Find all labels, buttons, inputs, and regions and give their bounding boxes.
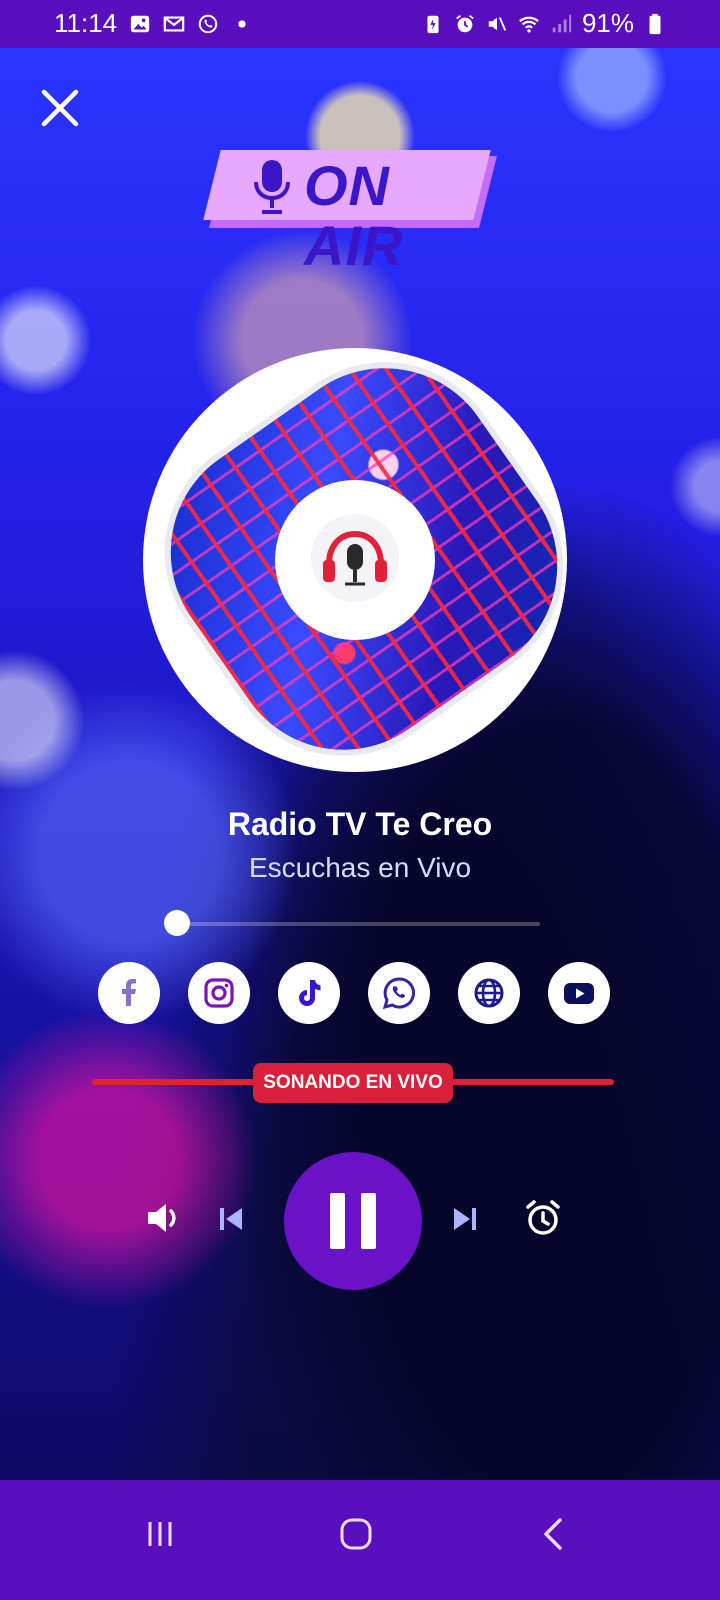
battery-icon xyxy=(649,13,661,34)
previous-icon[interactable] xyxy=(216,1204,246,1234)
image-icon xyxy=(130,15,150,32)
pause-button[interactable] xyxy=(284,1152,422,1290)
instagram-button[interactable] xyxy=(188,962,250,1024)
wifi-icon xyxy=(519,16,539,33)
volume-icon[interactable] xyxy=(144,1198,184,1238)
home-icon[interactable] xyxy=(332,1510,380,1558)
youtube-button[interactable] xyxy=(548,962,610,1024)
whatsapp-icon xyxy=(198,14,218,33)
facebook-icon xyxy=(122,979,136,1006)
status-right: 91% xyxy=(422,8,666,39)
album-art xyxy=(143,348,567,772)
station-subtitle: Escuchas en Vivo xyxy=(248,852,472,883)
tiktok-button[interactable] xyxy=(278,962,340,1024)
clock: 11:14 xyxy=(54,8,118,38)
globe-icon xyxy=(474,978,504,1008)
station-title: Radio TV Te Creo xyxy=(227,806,493,842)
close-button[interactable] xyxy=(38,86,82,130)
dot-icon xyxy=(238,19,246,28)
mute-icon xyxy=(488,16,507,31)
pause-icon xyxy=(330,1193,376,1249)
website-button[interactable] xyxy=(458,962,520,1024)
whatsapp-button[interactable] xyxy=(368,962,430,1024)
status-left: 11:14 xyxy=(54,8,253,39)
alarm-icon[interactable] xyxy=(523,1198,563,1238)
battery-percent: 91% xyxy=(581,8,634,38)
battery-saver-icon xyxy=(427,15,439,33)
station-logo xyxy=(311,514,399,602)
album-center xyxy=(275,480,435,640)
status-bar: 11:14 91% xyxy=(0,0,720,48)
microphone-icon xyxy=(254,160,290,214)
on-air-content: ON AIR xyxy=(212,150,482,276)
back-icon[interactable] xyxy=(530,1510,578,1558)
recents-icon[interactable] xyxy=(136,1510,184,1558)
on-air-text: ON AIR xyxy=(304,154,404,277)
signal-icon xyxy=(552,14,572,32)
facebook-button[interactable] xyxy=(98,962,160,1024)
youtube-icon xyxy=(564,983,594,1004)
social-links xyxy=(98,962,622,1024)
progress-track[interactable] xyxy=(176,922,540,926)
whatsapp-icon xyxy=(382,977,415,1010)
alarm-icon xyxy=(456,14,474,32)
instagram-icon xyxy=(204,978,234,1008)
gmail-icon xyxy=(163,15,185,32)
next-icon[interactable] xyxy=(450,1204,480,1234)
progress-knob[interactable] xyxy=(164,910,190,936)
navigation-bar xyxy=(0,1480,720,1600)
on-air-badge: ON AIR xyxy=(203,150,500,276)
tiktok-icon xyxy=(299,980,321,1006)
live-badge: SONANDO EN VIVO xyxy=(253,1063,453,1103)
